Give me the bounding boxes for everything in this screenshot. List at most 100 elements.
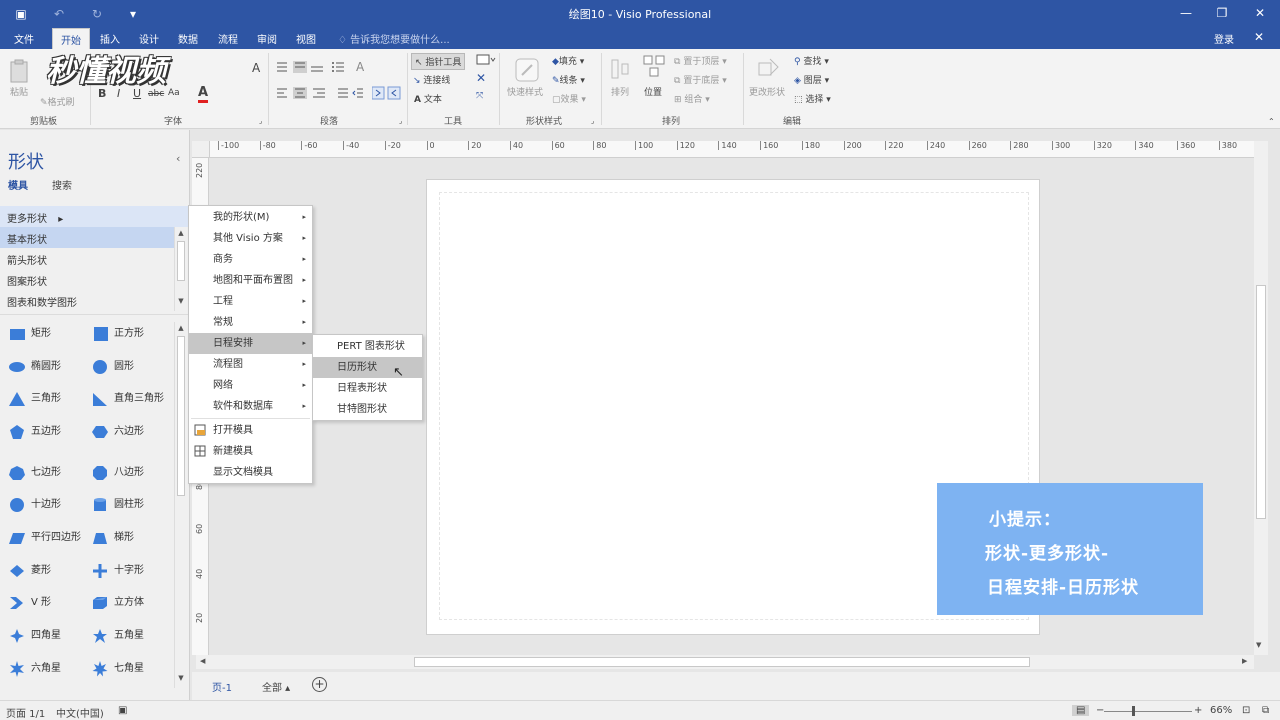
justify-icon[interactable]	[337, 87, 349, 102]
tab-insert[interactable]: 插入	[100, 31, 120, 46]
scroll-down-icon[interactable]: ▼	[1256, 641, 1261, 649]
menu-item[interactable]: 流程图 ▸	[189, 354, 312, 375]
share-icon[interactable]: ✕	[1254, 30, 1264, 44]
send-to-back-button[interactable]: ⧉ 置于底层 ▾	[674, 73, 727, 86]
tab-stencils[interactable]: 模具	[8, 177, 28, 192]
menu-item[interactable]: 工程 ▸	[189, 291, 312, 312]
change-shape-button[interactable]: 更改形状	[749, 85, 785, 98]
effects-button[interactable]: ▢效果 ▾	[552, 92, 586, 105]
font-dialog-launcher-icon[interactable]: ⌟	[259, 117, 262, 125]
tab-view[interactable]: 视图	[296, 31, 316, 46]
group-button[interactable]: ⊞ 组合 ▾	[674, 92, 710, 105]
text-direction-icon[interactable]: A	[356, 60, 364, 74]
format-painter-button[interactable]: ✎格式刷	[40, 95, 75, 108]
more-shapes-item[interactable]: 更多形状 ▸	[0, 206, 188, 227]
paragraph-dialog-launcher-icon[interactable]: ⌟	[399, 117, 402, 125]
menu-item[interactable]: 显示文档模具	[189, 462, 312, 483]
tab-file[interactable]: 文件	[14, 31, 34, 46]
quick-styles-icon[interactable]	[514, 57, 540, 86]
collapse-pane-icon[interactable]: ‹	[176, 152, 180, 165]
scroll-thumb[interactable]	[1256, 285, 1266, 519]
line-button[interactable]: ✎线条 ▾	[552, 73, 585, 86]
close-button[interactable]: ✕	[1244, 3, 1276, 23]
select-button[interactable]: ⬚ 选择 ▾	[794, 92, 831, 105]
increase-indent-icon[interactable]	[371, 86, 402, 103]
close-x-icon[interactable]: ✕	[476, 71, 486, 85]
font-grow-button[interactable]: A	[252, 61, 260, 75]
text-tool-button[interactable]: A 文本	[414, 92, 442, 105]
add-page-button[interactable]: +	[312, 677, 327, 692]
rectangle-tool-icon[interactable]	[476, 54, 496, 68]
scroll-up-icon[interactable]: ▲	[175, 229, 187, 237]
zoom-in-icon[interactable]: +	[1194, 705, 1202, 716]
tell-me-search[interactable]: ♢ 告诉我您想要做什么...	[338, 31, 450, 46]
vertical-scrollbar[interactable]: ▼	[1254, 141, 1268, 655]
align-left-icon[interactable]	[275, 87, 329, 102]
layer-button[interactable]: ◈ 图层 ▾	[794, 73, 829, 86]
position-icon[interactable]	[642, 54, 666, 83]
bring-to-front-button[interactable]: ⧉ 置于顶层 ▾	[674, 54, 727, 67]
align-top-icon[interactable]	[275, 61, 327, 76]
decrease-indent-icon[interactable]	[352, 87, 364, 102]
arrange-icon[interactable]	[610, 57, 632, 84]
menu-item[interactable]: 日程安排 ▸	[189, 333, 312, 354]
tab-search[interactable]: 搜索	[52, 177, 72, 192]
scroll-thumb[interactable]	[414, 657, 1030, 667]
submenu-item[interactable]: 日历形状	[313, 357, 422, 378]
scroll-down-icon[interactable]: ▼	[175, 297, 187, 305]
scroll-up-icon[interactable]: ▲	[175, 324, 187, 332]
scroll-down-icon[interactable]: ▼	[175, 674, 187, 682]
connection-point-icon[interactable]: ⤧	[476, 91, 483, 101]
switch-windows-icon[interactable]: ⧉	[1262, 705, 1269, 716]
find-button[interactable]: ⚲ 查找 ▾	[794, 54, 829, 67]
macro-record-icon[interactable]: ▣	[118, 705, 127, 716]
menu-item[interactable]: 常规 ▸	[189, 312, 312, 333]
stencil-decorative-shapes[interactable]: 图案形状	[0, 269, 176, 290]
strikethrough-button[interactable]: abc	[148, 89, 164, 99]
fit-window-icon[interactable]: ⊡	[1242, 705, 1250, 716]
page-number-status[interactable]: 页面 1/1	[6, 705, 45, 720]
shapes-scrollbar[interactable]: ▲ ▼	[174, 322, 186, 688]
quick-styles-button[interactable]: 快速样式	[507, 85, 543, 98]
bullets-icon[interactable]	[331, 60, 345, 77]
change-shape-icon[interactable]	[756, 55, 782, 84]
arrange-button[interactable]: 排列	[611, 85, 629, 98]
menu-item[interactable]: 打开模具	[189, 420, 312, 441]
zoom-slider[interactable]	[1104, 711, 1192, 712]
scroll-right-icon[interactable]: ▶	[1242, 657, 1247, 665]
tab-process[interactable]: 流程	[218, 31, 238, 46]
zoom-slider-thumb[interactable]	[1132, 706, 1135, 716]
menu-item[interactable]: 地图和平面布置图 ▸	[189, 270, 312, 291]
scroll-thumb[interactable]	[177, 336, 185, 496]
menu-item[interactable]: 软件和数据库 ▸	[189, 396, 312, 417]
position-button[interactable]: 位置	[644, 85, 662, 98]
tab-data[interactable]: 数据	[178, 31, 198, 46]
minimize-button[interactable]: —	[1170, 3, 1202, 23]
scroll-left-icon[interactable]: ◀	[200, 657, 205, 665]
menu-item[interactable]: 网络 ▸	[189, 375, 312, 396]
menu-item[interactable]: 其他 Visio 方案 ▸	[189, 228, 312, 249]
paste-button[interactable]: 粘贴	[10, 85, 28, 98]
page-tab-1[interactable]: 页-1	[212, 679, 232, 694]
paste-icon[interactable]	[8, 59, 30, 86]
shape-styles-dialog-launcher-icon[interactable]: ⌟	[591, 117, 594, 125]
pointer-tool-button[interactable]: ↖ 指针工具	[411, 53, 466, 70]
stencil-arrow-shapes[interactable]: 箭头形状	[0, 248, 176, 269]
horizontal-ruler[interactable]: -100 -80 -60 -40 -20 0 20 40 60 80 100 120 140 160 180…	[210, 141, 1254, 158]
stencil-basic-shapes[interactable]: 基本形状	[0, 227, 176, 248]
stencil-list-scrollbar[interactable]: ▲ ▼	[174, 227, 186, 311]
scroll-thumb[interactable]	[177, 241, 185, 281]
fit-page-icon[interactable]: ▤	[1072, 705, 1090, 716]
tab-review[interactable]: 审阅	[257, 31, 277, 46]
fill-button[interactable]: ◆填充 ▾	[552, 54, 584, 67]
zoom-level[interactable]: 66%	[1210, 705, 1232, 716]
submenu-item[interactable]: 甘特图形状	[313, 399, 422, 420]
restore-button[interactable]: ❐	[1206, 3, 1238, 23]
menu-item[interactable]: 商务 ▸	[189, 249, 312, 270]
submenu-item[interactable]: 日程表形状	[313, 378, 422, 399]
horizontal-scrollbar[interactable]: ◀ ▶	[196, 655, 1254, 669]
menu-item[interactable]: 我的形状(M) ▸	[189, 207, 312, 228]
login-link[interactable]: 登录	[1214, 31, 1234, 46]
connector-button[interactable]: ↘ 连接线	[413, 73, 450, 86]
all-pages-button[interactable]: 全部 ▴	[262, 679, 290, 694]
